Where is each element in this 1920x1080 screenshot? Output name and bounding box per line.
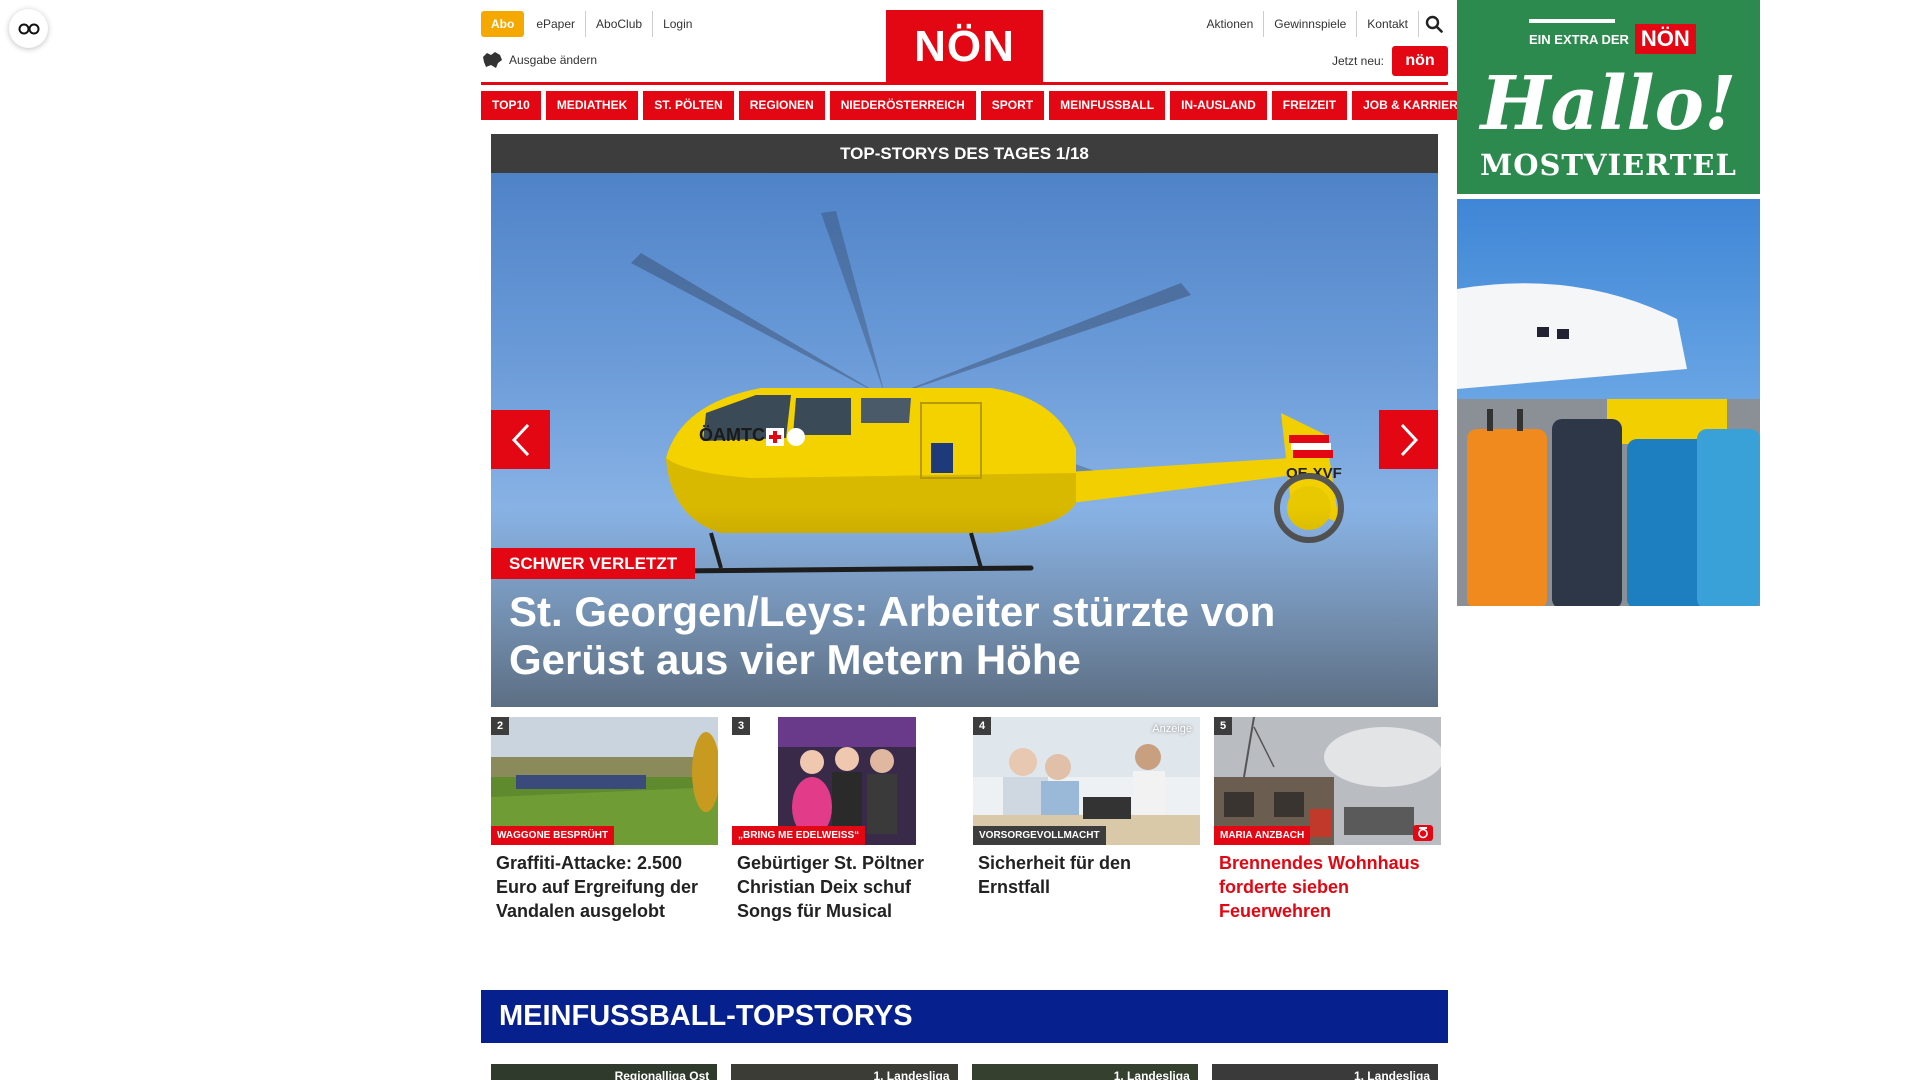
football-card[interactable]: Regionalliga Ost xyxy=(491,1064,718,1080)
teaser-card[interactable]: 2 WAGGONE BESPRÜHT Graffiti-Attacke: 2.5… xyxy=(491,717,718,923)
nav-in-ausland[interactable]: IN-AUSLAND xyxy=(1170,91,1267,120)
jetzt-neu-badge[interactable]: nön xyxy=(1392,46,1448,76)
nav-sport[interactable]: SPORT xyxy=(980,91,1045,120)
login-link[interactable]: Login xyxy=(652,11,702,37)
aboclub-link[interactable]: AboClub xyxy=(585,11,652,37)
abo-button[interactable]: Abo xyxy=(481,11,525,37)
teaser-row: 2 WAGGONE BESPRÜHT Graffiti-Attacke: 2.5… xyxy=(491,717,1441,923)
teaser-number: 5 xyxy=(1214,717,1232,735)
site-header: Abo ePaper AboClub Login Ausgabe ändern … xyxy=(481,0,1448,85)
hero-kicker: SCHWER VERLETZT xyxy=(491,548,696,579)
page-column: Abo ePaper AboClub Login Ausgabe ändern … xyxy=(481,0,1477,1080)
teaser-kicker: MARIA ANZBACH xyxy=(1214,826,1311,845)
ad-logo: NÖN xyxy=(1634,24,1696,54)
meinfussball-row: Regionalliga Ost 1. Landesliga 1. Landes… xyxy=(491,1064,1438,1080)
teaser-number: 4 xyxy=(973,717,991,735)
slider-prev-button[interactable] xyxy=(491,410,550,469)
search-icon xyxy=(1425,15,1443,33)
ad-headline: Hallo! xyxy=(1480,61,1737,147)
ad-image xyxy=(1457,199,1760,606)
kontakt-link[interactable]: Kontakt xyxy=(1356,11,1418,37)
teaser-image-fire: 5 MARIA ANZBACH xyxy=(1214,717,1441,845)
hero-title[interactable]: St. Georgen/Leys: Arbeiter stürzte von G… xyxy=(509,588,1389,684)
teaser-image-musical: 3 „BRING ME EDELWEISS“ xyxy=(732,717,959,845)
teaser-title[interactable]: Graffiti-Attacke: 2.500 Euro auf Ergreif… xyxy=(491,845,718,923)
nav-top10[interactable]: TOP10 xyxy=(481,91,541,120)
teaser-card[interactable]: 5 MARIA ANZBACH Brennendes Wohnhaus ford… xyxy=(1214,717,1441,923)
teaser-title[interactable]: Sicherheit für den Ernstfall xyxy=(973,845,1200,899)
football-card[interactable]: 1. Landesliga xyxy=(731,1064,958,1080)
teaser-image-train: 2 WAGGONE BESPRÜHT xyxy=(491,717,718,845)
teaser-kicker: „BRING ME EDELWEISS“ xyxy=(732,826,866,845)
heli-operator-text: ÖAMTC xyxy=(699,425,765,445)
teaser-card[interactable]: 4 Anzeige VORSORGEVOLLMACHT Sicherheit f… xyxy=(973,717,1200,923)
league-label: 1. Landesliga xyxy=(873,1069,950,1080)
slider-next-button[interactable] xyxy=(1379,410,1438,469)
sponsored-badge: Anzeige xyxy=(1152,723,1192,735)
airport-luggage-image xyxy=(1457,283,1760,606)
epaper-link[interactable]: ePaper xyxy=(526,11,585,37)
teaser-card[interactable]: 3 „BRING ME EDELWEISS“ Gebürtiger St. Pö… xyxy=(732,717,959,923)
teaser-number: 3 xyxy=(732,717,750,735)
teaser-kicker: WAGGONE BESPRÜHT xyxy=(491,826,615,845)
nav-regionen[interactable]: REGIONEN xyxy=(738,91,825,120)
ad-header: EIN EXTRA DER NÖN Hallo! MOSTVIERTEL xyxy=(1457,0,1760,194)
football-card[interactable]: 1. Landesliga xyxy=(971,1064,1198,1080)
nav-st-poelten[interactable]: ST. PÖLTEN xyxy=(643,91,734,120)
nav-freizeit[interactable]: FREIZEIT xyxy=(1271,91,1348,120)
jetzt-neu: Jetzt neu: nön xyxy=(1332,46,1448,76)
map-icon xyxy=(483,52,502,68)
top-left-links: Abo ePaper AboClub Login xyxy=(481,11,702,37)
glasses-icon xyxy=(18,23,39,34)
ad-extra-label: EIN EXTRA DER xyxy=(1529,31,1629,47)
teaser-number: 2 xyxy=(491,717,509,735)
league-label: Regionalliga Ost xyxy=(614,1069,710,1080)
league-label: 1. Landesliga xyxy=(1113,1069,1190,1080)
header-divider xyxy=(481,82,1448,85)
chevron-right-icon xyxy=(1400,423,1418,456)
teaser-kicker: VORSORGEVOLLMACHT xyxy=(973,826,1106,845)
teaser-title[interactable]: Gebürtiger St. Pöltner Christian Deix sc… xyxy=(732,845,959,923)
nav-niederoesterreich[interactable]: NIEDERÖSTERREICH xyxy=(829,91,976,120)
edition-switcher[interactable]: Ausgabe ändern xyxy=(481,51,597,69)
ad-region: MOSTVIERTEL xyxy=(1480,148,1737,182)
search-button[interactable] xyxy=(1418,11,1448,37)
chevron-left-icon xyxy=(511,423,529,456)
advertisement[interactable]: EIN EXTRA DER NÖN Hallo! MOSTVIERTEL xyxy=(1457,0,1760,606)
teaser-title[interactable]: Brennendes Wohnhaus forderte sieben Feue… xyxy=(1214,845,1441,923)
top-right-links: Aktionen Gewinnspiele Kontakt xyxy=(1197,11,1448,37)
top-stories-slider: TOP-STORYS DES TAGES 1/18 OE-XVF ÖAMTC S… xyxy=(491,134,1438,707)
ad-extra: EIN EXTRA DER NÖN xyxy=(1529,24,1696,54)
slider-heading: TOP-STORYS DES TAGES 1/18 xyxy=(491,134,1438,173)
teaser-image-vorsorge: 4 Anzeige VORSORGEVOLLMACHT xyxy=(973,717,1200,845)
main-nav: TOP10 MEDIATHEK ST. PÖLTEN REGIONEN NIED… xyxy=(481,91,1477,120)
section-title-meinfussball[interactable]: MEINFUSSBALL-TOPSTORYS xyxy=(481,990,1448,1043)
league-label: 1. Landesliga xyxy=(1353,1069,1430,1080)
gewinnspiele-link[interactable]: Gewinnspiele xyxy=(1263,11,1356,37)
football-card[interactable]: 1. Landesliga xyxy=(1211,1064,1438,1080)
nav-meinfussball[interactable]: MEINFUSSBALL xyxy=(1049,91,1166,120)
aktionen-link[interactable]: Aktionen xyxy=(1197,11,1264,37)
accessibility-button[interactable] xyxy=(9,9,48,48)
jetzt-neu-label: Jetzt neu: xyxy=(1331,54,1384,68)
edition-label: Ausgabe ändern xyxy=(509,53,598,67)
nav-mediathek[interactable]: MEDIATHEK xyxy=(545,91,639,120)
site-logo[interactable]: NÖN xyxy=(886,10,1043,84)
hero-story[interactable]: OE-XVF ÖAMTC SCHWER VERLETZT St. Georgen… xyxy=(491,173,1438,707)
camera-icon xyxy=(1413,825,1433,841)
ad-divider xyxy=(1529,19,1615,23)
